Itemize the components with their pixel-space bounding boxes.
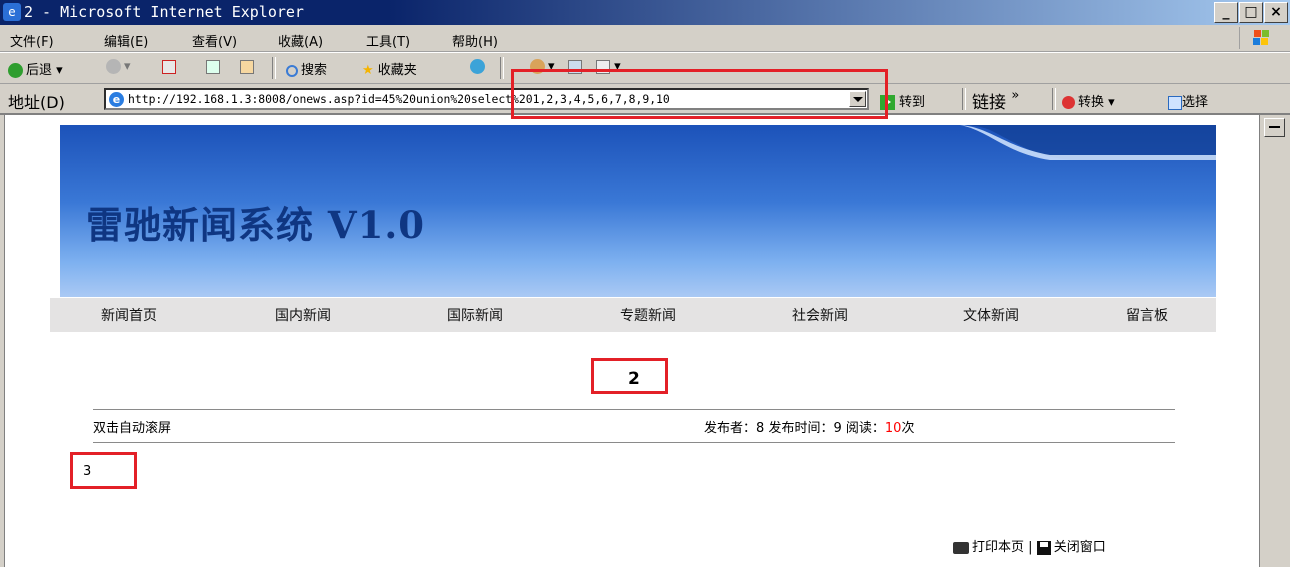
forward-arrow-icon xyxy=(106,59,121,74)
print-label: 打印本页 xyxy=(972,540,1025,555)
star-icon: ★ xyxy=(362,63,374,78)
links-label: 链接 xyxy=(972,93,1006,113)
close-window-link[interactable]: 关闭窗口 xyxy=(1036,540,1106,555)
convert-button[interactable]: 转换 ▾ xyxy=(1062,91,1115,110)
windows-logo-icon xyxy=(1239,27,1276,49)
back-button[interactable]: 后退 ▾ xyxy=(8,59,63,78)
search-button[interactable]: 搜索 xyxy=(286,59,327,78)
scroll-collapse-button[interactable] xyxy=(1264,118,1285,137)
close-window-label: 关闭窗口 xyxy=(1053,540,1106,555)
publisher-value: 8 xyxy=(756,421,765,436)
menu-view[interactable]: 查看(V) xyxy=(192,31,237,50)
ie-app-icon[interactable]: e xyxy=(3,3,21,21)
publish-time-value: 9 xyxy=(833,421,842,436)
maximize-button[interactable]: □ xyxy=(1239,2,1263,23)
menu-tools[interactable]: 工具(T) xyxy=(366,31,410,50)
title-bar: e 2 - Microsoft Internet Explorer _ □ × xyxy=(0,0,1290,25)
close-button[interactable]: × xyxy=(1264,2,1288,23)
refresh-button[interactable] xyxy=(206,59,220,74)
refresh-icon xyxy=(206,59,220,74)
toolbar-separator xyxy=(500,57,504,79)
nav-special[interactable]: 专题新闻 xyxy=(620,305,676,325)
menu-bar: 文件(F) 编辑(E) 查看(V) 收藏(A) 工具(T) 帮助(H) xyxy=(0,25,1290,52)
menu-file[interactable]: 文件(F) xyxy=(10,31,54,50)
home-icon xyxy=(240,59,254,74)
nav-society[interactable]: 社会新闻 xyxy=(792,305,848,325)
save-icon xyxy=(1036,540,1051,555)
links-more-icon[interactable]: » xyxy=(1011,88,1019,103)
favorites-label: 收藏夹 xyxy=(377,63,417,78)
footer-divider: | xyxy=(1028,540,1033,555)
search-label: 搜索 xyxy=(301,63,328,78)
go-label: 转到 xyxy=(899,95,926,110)
publish-time-label: 发布时间： xyxy=(768,421,834,436)
select-button[interactable]: 选择 xyxy=(1168,91,1208,110)
stop-button[interactable] xyxy=(162,59,176,74)
stop-icon xyxy=(162,59,176,74)
address-label: 地址(D) xyxy=(8,93,65,112)
convert-label: 转换 xyxy=(1078,95,1105,110)
nav-culture-sports[interactable]: 文体新闻 xyxy=(963,305,1019,325)
menu-edit[interactable]: 编辑(E) xyxy=(104,31,148,50)
favorites-button[interactable]: ★ 收藏夹 xyxy=(362,59,417,78)
minimize-button[interactable]: _ xyxy=(1214,2,1238,23)
media-icon xyxy=(470,59,485,74)
highlight-box-url xyxy=(511,69,888,119)
divider xyxy=(93,409,1175,410)
window-title: 2 - Microsoft Internet Explorer xyxy=(24,3,304,21)
article-meta: 发布者：8 发布时间：9 阅读：10次 xyxy=(704,417,914,436)
article-footer: 打印本页 | 关闭窗口 xyxy=(953,536,1106,555)
divider xyxy=(93,442,1175,443)
menu-help[interactable]: 帮助(H) xyxy=(452,31,498,50)
toolbar-separator xyxy=(272,57,276,79)
nav-domestic[interactable]: 国内新闻 xyxy=(275,305,331,325)
autoscroll-link[interactable]: 双击自动滚屏 xyxy=(93,417,171,436)
select-icon xyxy=(1168,95,1182,110)
read-suffix: 次 xyxy=(901,421,915,436)
publisher-label: 发布者： xyxy=(704,421,757,436)
vertical-scrollbar[interactable] xyxy=(1259,115,1290,567)
links-button[interactable]: 链接 » xyxy=(972,88,1019,113)
content-left-border xyxy=(0,115,5,567)
site-banner: 雷驰新闻系统 V1.0 xyxy=(60,125,1216,297)
site-title: 雷驰新闻系统 V1.0 xyxy=(86,203,425,247)
convert-icon xyxy=(1062,96,1075,109)
back-arrow-icon xyxy=(8,63,23,78)
media-button[interactable] xyxy=(470,59,488,74)
highlight-box-title xyxy=(591,358,668,394)
read-count: 10 xyxy=(884,421,902,436)
nav-guestbook[interactable]: 留言板 xyxy=(1126,305,1168,325)
address-separator xyxy=(1052,88,1056,110)
address-separator xyxy=(962,88,966,110)
forward-button[interactable]: ▾ xyxy=(106,59,131,74)
back-label: 后退 xyxy=(26,63,53,78)
nav-international[interactable]: 国际新闻 xyxy=(447,305,503,325)
site-nav: 新闻首页 国内新闻 国际新闻 专题新闻 社会新闻 文体新闻 留言板 xyxy=(50,298,1216,332)
nav-home[interactable]: 新闻首页 xyxy=(101,305,157,325)
printer-icon xyxy=(953,541,969,554)
read-label: 阅读： xyxy=(845,421,885,436)
print-link[interactable]: 打印本页 xyxy=(953,540,1024,555)
highlight-box-body xyxy=(70,452,137,489)
banner-swoosh xyxy=(60,125,1216,160)
page-icon: e xyxy=(109,92,124,107)
menu-favorites[interactable]: 收藏(A) xyxy=(278,31,323,50)
search-icon xyxy=(286,64,298,77)
home-button[interactable] xyxy=(240,59,254,74)
select-label: 选择 xyxy=(1182,95,1209,110)
